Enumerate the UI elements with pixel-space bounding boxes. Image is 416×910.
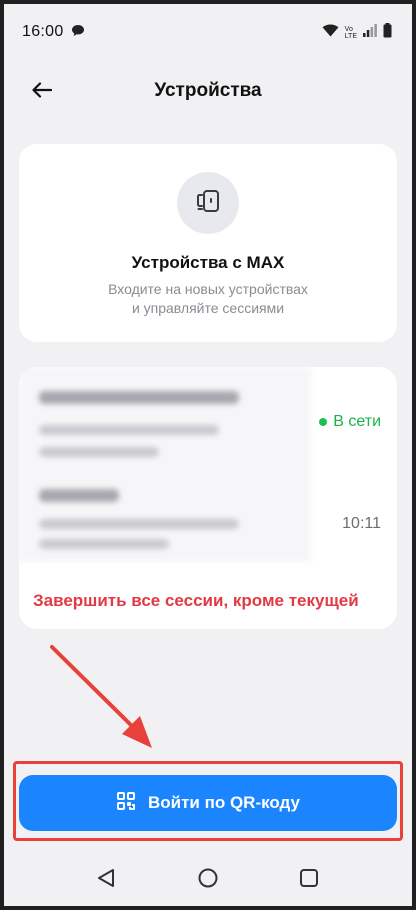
wifi-icon <box>322 24 339 42</box>
login-qr-button[interactable]: Войти по QR-коду <box>19 775 397 831</box>
online-dot-icon <box>319 418 328 426</box>
blurred-text <box>39 519 239 529</box>
devices-icon-badge <box>177 172 239 234</box>
devices-icon <box>195 188 221 219</box>
devices-card-subtitle: Входите на новых устройствах и управляйт… <box>19 280 397 318</box>
blurred-text <box>39 425 219 435</box>
qr-code-icon <box>116 791 136 816</box>
session-online-status: В сети <box>319 413 381 431</box>
nav-home-icon <box>197 867 219 894</box>
blurred-text <box>39 447 159 457</box>
volte-bottom-label: LTE <box>344 33 357 40</box>
devices-card-title: Устройства с MAX <box>131 253 285 272</box>
device-frame: 16:00 Vo LTE Устройства Устройства с MAX… <box>0 0 416 910</box>
volte-icon: Vo LTE <box>345 26 357 40</box>
nav-recents-icon <box>298 867 320 894</box>
session-time: 10:11 <box>342 515 381 532</box>
chat-bubble-icon <box>71 24 85 42</box>
blurred-text <box>39 539 169 549</box>
devices-card-subtitle-line1: Входите на новых устройствах <box>108 281 308 297</box>
qr-button-label: Войти по QR-коду <box>147 793 301 812</box>
signal-icon <box>363 24 377 42</box>
screen: 16:00 Vo LTE Устройства Устройства с MAX… <box>4 4 412 906</box>
nav-back-icon <box>95 867 117 894</box>
status-icons: Vo LTE <box>322 23 392 43</box>
devices-info-card: Устройства с MAX Входите на новых устрой… <box>19 144 397 342</box>
blurred-session-details <box>19 367 311 562</box>
nav-home-button[interactable] <box>194 866 222 894</box>
devices-card-subtitle-line2: и управляйте сессиями <box>131 300 285 316</box>
terminate-other-sessions-button[interactable]: Завершить все сессии, кроме текущей <box>33 591 359 611</box>
battery-icon <box>383 23 392 43</box>
system-nav-bar <box>4 850 412 906</box>
volte-top-label: Vo <box>344 26 353 33</box>
status-bar: 16:00 Vo LTE <box>4 4 412 60</box>
page-title: Устройства <box>154 80 262 101</box>
app-header: Устройства <box>4 64 412 120</box>
blurred-text <box>39 489 119 502</box>
nav-recents-button[interactable] <box>295 866 323 894</box>
nav-back-button[interactable] <box>92 866 120 894</box>
blurred-text <box>39 391 239 404</box>
sessions-card: В сети 10:11 Завершить все сессии, кроме… <box>19 367 397 629</box>
status-time: 16:00 <box>22 23 64 40</box>
online-status-label: В сети <box>333 413 381 430</box>
